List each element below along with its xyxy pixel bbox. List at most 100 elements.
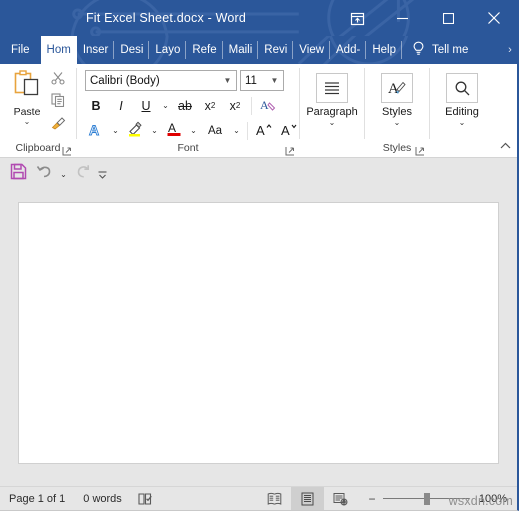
underline-chevron-down-icon[interactable]: ⌄: [160, 95, 171, 116]
undo-button[interactable]: [32, 162, 56, 186]
tab-review-label: Revi: [264, 44, 288, 56]
paragraph-group-label: [300, 142, 364, 157]
styles-group-label-text: Styles: [382, 142, 412, 154]
word-count[interactable]: 0 words: [74, 493, 131, 505]
paragraph-button[interactable]: Paragraph ⌄: [300, 67, 364, 127]
print-layout-button[interactable]: [291, 487, 324, 510]
tab-design[interactable]: Desi: [114, 36, 150, 64]
collapse-ribbon-chevron-up-icon[interactable]: [497, 139, 513, 153]
page-indicator[interactable]: Page 1 of 1: [0, 493, 74, 505]
window-controls: [335, 0, 517, 36]
close-icon[interactable]: [471, 0, 517, 36]
zoom-slider[interactable]: [383, 492, 469, 505]
save-button[interactable]: [6, 162, 30, 186]
font-name-combobox[interactable]: Calibri (Body) ▼: [85, 70, 237, 91]
minimize-icon[interactable]: [379, 0, 425, 36]
underline-button[interactable]: U: [135, 95, 157, 116]
grow-font-button[interactable]: A: [253, 120, 275, 141]
copy-icon: [51, 93, 65, 112]
text-effects-chevron-down-icon[interactable]: ⌄: [110, 120, 121, 141]
svg-text:A: A: [256, 123, 265, 137]
italic-label: I: [119, 98, 123, 113]
clipboard-small-buttons: [47, 67, 69, 135]
italic-button[interactable]: I: [110, 95, 132, 116]
document-page[interactable]: [18, 202, 499, 464]
format-painter-button[interactable]: [47, 114, 69, 135]
redo-button[interactable]: [71, 162, 95, 186]
document-area: [0, 190, 517, 491]
underline-label: U: [141, 98, 151, 113]
tab-file-label: File: [11, 44, 30, 56]
quick-access-toolbar: ⌄: [0, 158, 517, 190]
bold-button[interactable]: B: [85, 95, 107, 116]
ribbon-tabs: File Hom Inser Desi Layo Refe Maili Revi…: [0, 36, 517, 64]
tab-references[interactable]: Refe: [186, 36, 223, 64]
tab-mailings[interactable]: Maili: [223, 36, 259, 64]
superscript-button[interactable]: x2: [224, 95, 246, 116]
undo-arrow-icon: [36, 163, 53, 185]
text-effects-button[interactable]: A: [85, 120, 107, 141]
tab-layout[interactable]: Layo: [149, 36, 187, 64]
superscript-index: 2: [235, 101, 241, 110]
font-color-chevron-down-icon[interactable]: ⌄: [188, 120, 199, 141]
customize-qat-icon[interactable]: [97, 162, 108, 186]
styles-group-label: Styles: [365, 142, 429, 157]
proofing-status-icon[interactable]: [131, 487, 161, 510]
tab-file[interactable]: File: [0, 36, 41, 64]
font-dialog-launcher-icon[interactable]: [285, 146, 295, 156]
tab-view[interactable]: View: [293, 36, 330, 64]
view-mode-buttons: [258, 487, 357, 510]
shrink-font-button[interactable]: A: [278, 120, 300, 141]
ribbon-display-options-icon[interactable]: [335, 0, 379, 36]
zoom-out-button[interactable]: −: [367, 492, 377, 506]
clear-formatting-button[interactable]: A: [257, 95, 279, 116]
font-row-divider: [251, 96, 252, 115]
paragraph-chevron-down-icon[interactable]: ⌄: [329, 118, 336, 127]
text-highlight-chevron-down-icon[interactable]: ⌄: [149, 120, 160, 141]
font-color-button[interactable]: A: [163, 120, 185, 141]
clipboard-dialog-launcher-icon[interactable]: [62, 146, 72, 156]
word-window: Fit Excel Sheet.docx - Word File Hom Ins…: [0, 0, 519, 511]
font-name-chevron-down-icon[interactable]: ▼: [221, 76, 234, 85]
paste-chevron-down-icon[interactable]: ⌄: [24, 118, 31, 126]
styles-dialog-launcher-icon[interactable]: [415, 146, 425, 156]
save-floppy-icon: [10, 163, 27, 185]
strikethrough-button[interactable]: ab: [174, 95, 196, 116]
tab-references-label: Refe: [192, 44, 217, 56]
text-highlight-button[interactable]: [124, 120, 146, 141]
tab-addins[interactable]: Add-: [330, 36, 367, 64]
clipboard-group-label-text: Clipboard: [15, 142, 61, 154]
font-size-combobox[interactable]: 11 ▼: [240, 70, 284, 91]
styles-chevron-down-icon[interactable]: ⌄: [394, 118, 401, 127]
subscript-button[interactable]: x2: [199, 95, 221, 116]
paste-button[interactable]: Paste ⌄: [7, 67, 47, 135]
editing-group-label: [430, 142, 494, 157]
tab-review[interactable]: Revi: [258, 36, 294, 64]
styles-icon: A: [381, 73, 413, 103]
copy-button[interactable]: [47, 92, 69, 113]
tab-design-label: Desi: [120, 44, 144, 56]
change-case-button[interactable]: Aa: [202, 120, 228, 141]
clipboard-group-label: Clipboard: [0, 142, 76, 157]
web-layout-button[interactable]: [324, 487, 357, 510]
tab-home[interactable]: Hom: [40, 36, 77, 64]
zoom-level-label[interactable]: 100%: [475, 493, 511, 505]
tell-me-search[interactable]: Tell me: [402, 36, 476, 64]
undo-chevron-down-icon[interactable]: ⌄: [58, 162, 69, 186]
read-mode-button[interactable]: [258, 487, 291, 510]
zoom-slider-thumb[interactable]: [424, 492, 430, 505]
tab-insert-label: Inser: [82, 44, 109, 56]
cut-button[interactable]: [47, 70, 69, 91]
maximize-restore-icon[interactable]: [425, 0, 471, 36]
redo-arrow-icon: [75, 163, 92, 185]
scissors-icon: [51, 71, 65, 90]
styles-button[interactable]: A Styles ⌄: [365, 67, 429, 127]
more-tabs-chevron-icon[interactable]: ›: [503, 36, 517, 64]
change-case-chevron-down-icon[interactable]: ⌄: [231, 120, 242, 141]
editing-chevron-down-icon[interactable]: ⌄: [459, 118, 466, 127]
font-size-chevron-down-icon[interactable]: ▼: [268, 76, 281, 85]
tell-me-label: Tell me: [431, 44, 469, 56]
tab-help[interactable]: Help: [366, 36, 402, 64]
tab-insert[interactable]: Inser: [77, 36, 115, 64]
editing-button[interactable]: Editing ⌄: [430, 67, 494, 127]
